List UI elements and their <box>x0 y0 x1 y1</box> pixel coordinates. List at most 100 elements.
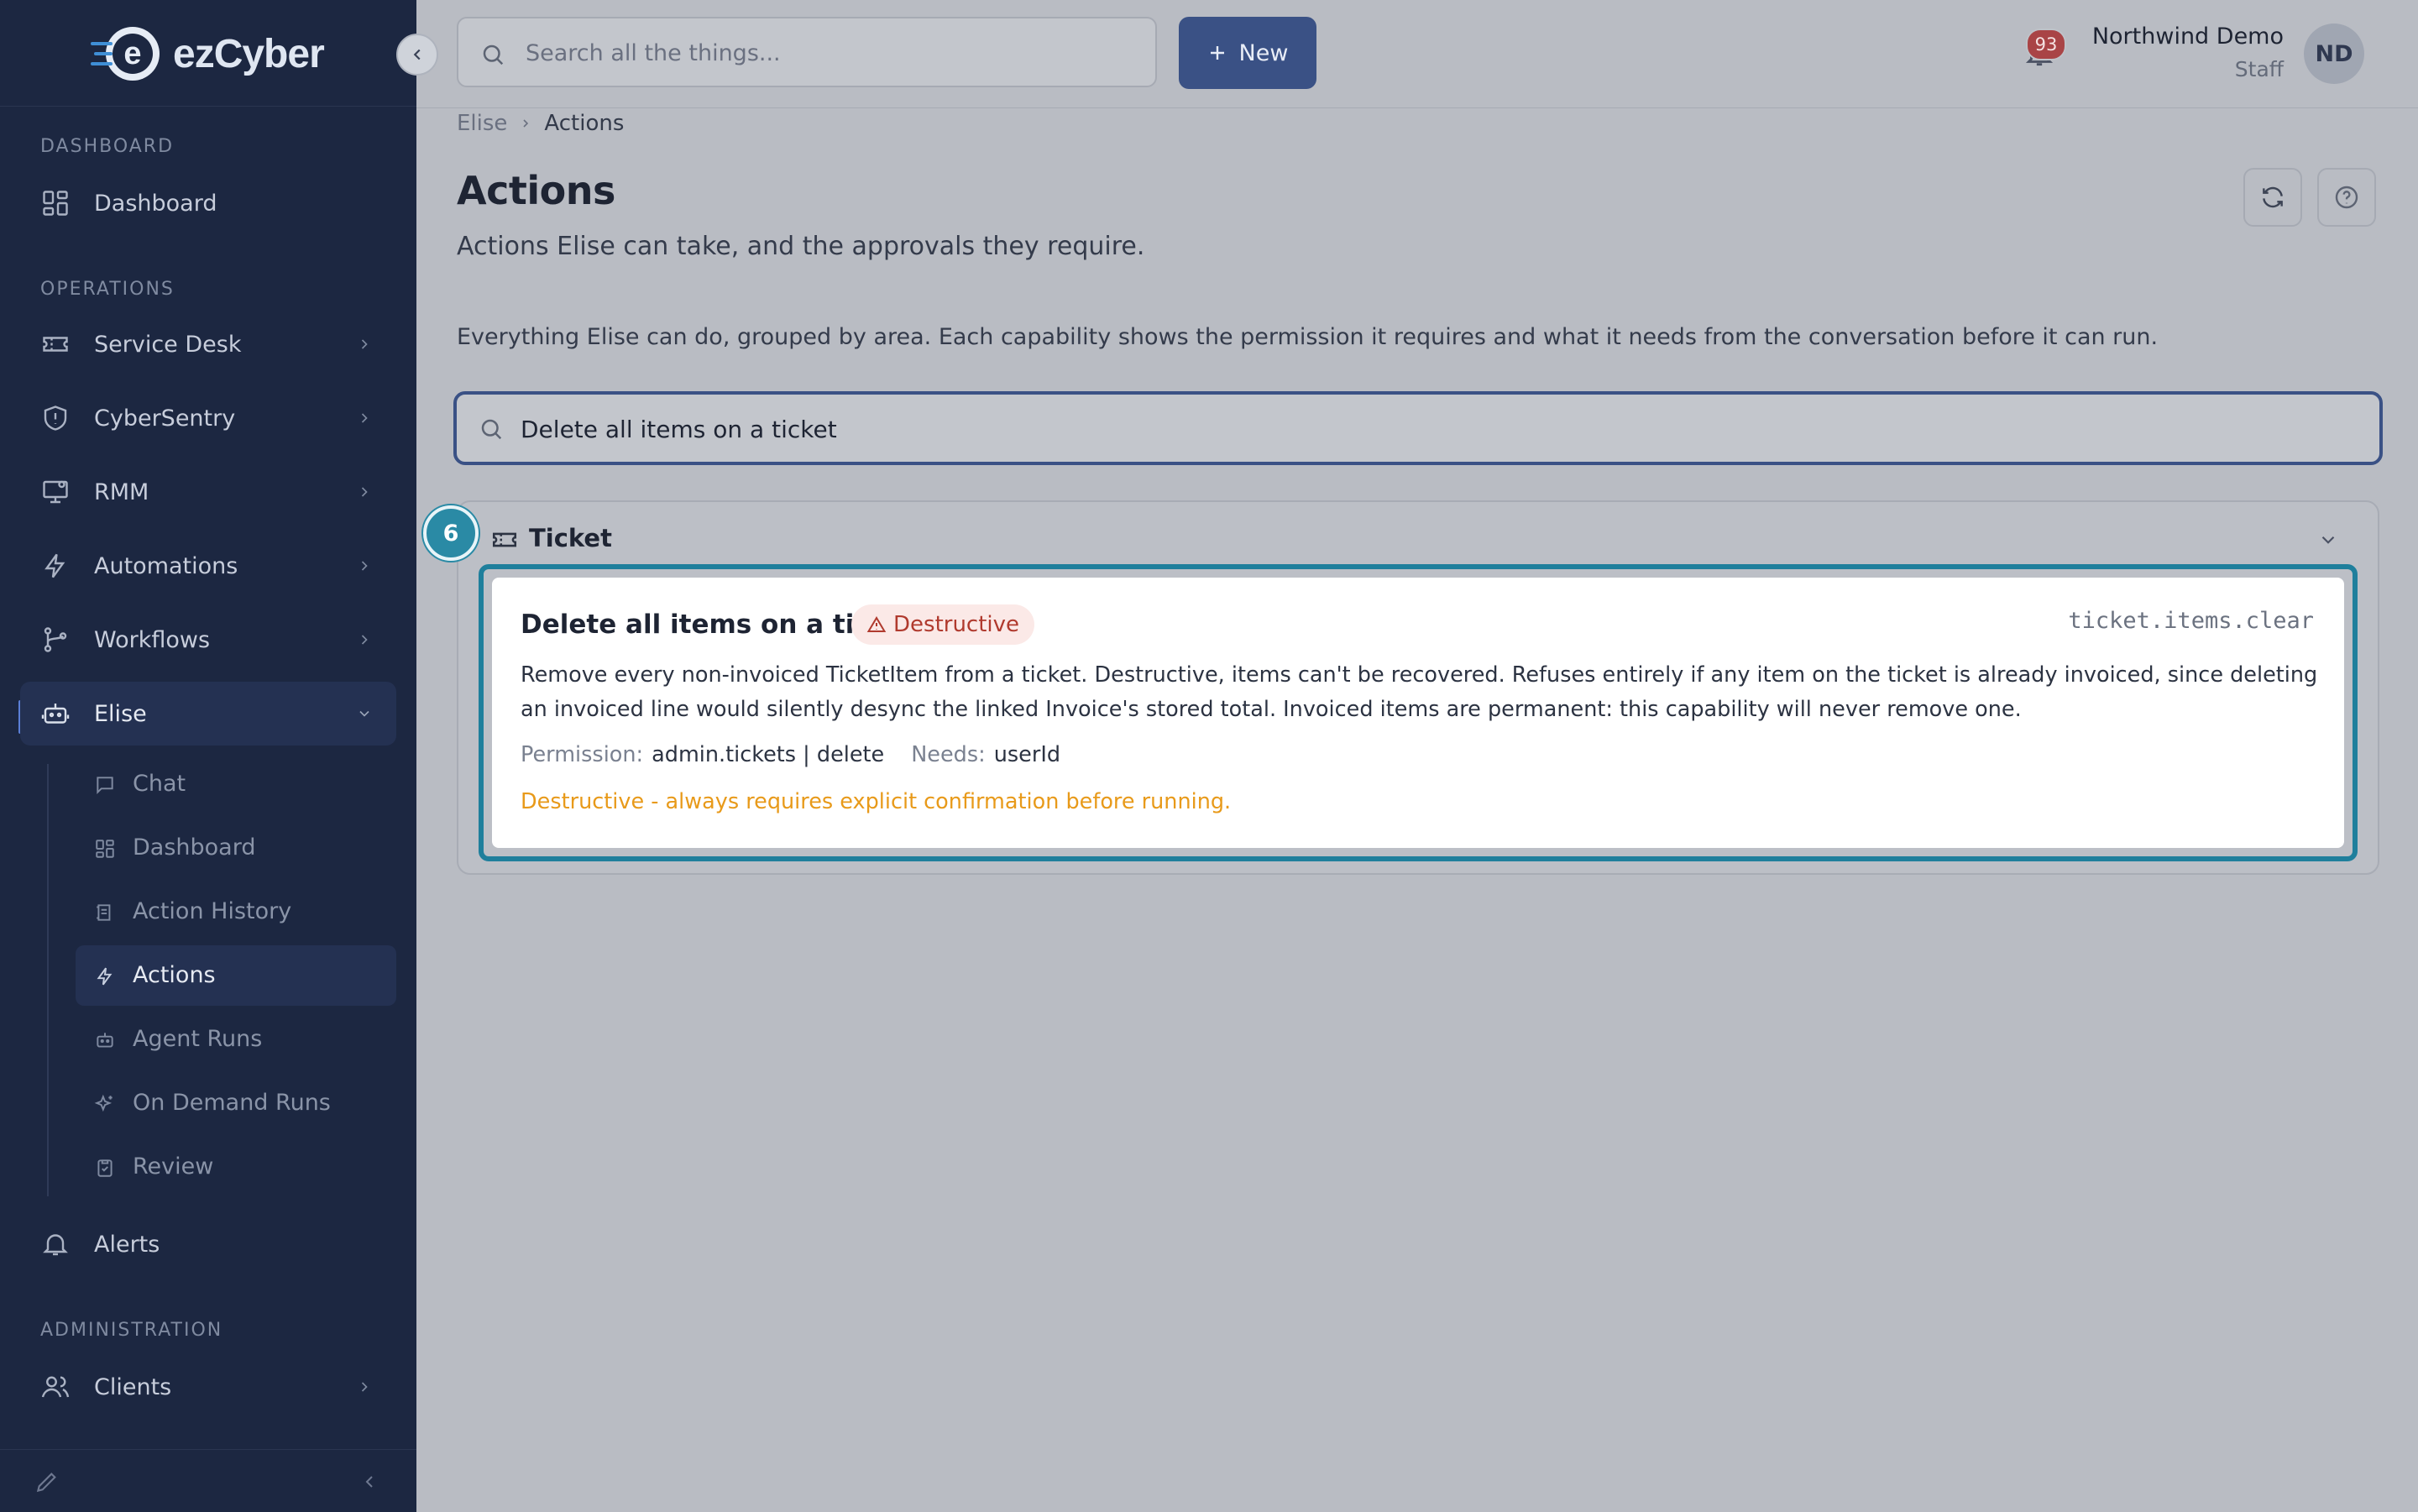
chevron-right-icon <box>523 119 529 128</box>
page-subtitle: Actions Elise can take, and the approval… <box>457 232 1145 261</box>
section-administration: ADMINISTRATION <box>40 1320 223 1341</box>
lightning-icon <box>97 967 113 986</box>
sidebar-item-cybersentry[interactable]: CyberSentry <box>20 386 396 450</box>
ticket-icon <box>492 532 517 547</box>
chat-icon <box>97 777 113 795</box>
chevron-right-icon <box>361 1382 368 1392</box>
sidebar-item-dashboard[interactable]: Dashboard <box>20 171 396 235</box>
sidebar-item-label: Service Desk <box>94 331 242 358</box>
sidebar-subitem-actions[interactable]: Actions <box>76 945 396 1006</box>
sidebar-subitem-action-history[interactable]: Action History <box>76 882 396 942</box>
sidebar-subitem-dashboard[interactable]: Dashboard <box>76 818 396 878</box>
new-button-label: New <box>1238 39 1289 66</box>
sparkles-icon <box>94 1094 113 1112</box>
notification-count-badge: 93 <box>2026 29 2066 60</box>
collapse-sidebar-icon[interactable] <box>359 1472 379 1492</box>
sidebar-subitem-on-demand-runs[interactable]: On Demand Runs <box>76 1073 396 1133</box>
breadcrumb: Elise Actions <box>457 111 624 136</box>
chevron-down-icon[interactable] <box>2317 529 2339 551</box>
sidebar-item-label: Clients <box>94 1373 172 1400</box>
refresh-icon <box>2263 186 2283 208</box>
sidebar-item-clients[interactable]: Clients <box>20 1355 396 1419</box>
confirmation-warning: Destructive - always requires explicit c… <box>521 789 1232 814</box>
lightning-icon <box>44 553 65 578</box>
search-icon <box>483 44 504 65</box>
sidebar-item-label: CyberSentry <box>94 405 236 432</box>
robot-icon <box>97 1033 113 1048</box>
logo-mark-icon: e <box>91 27 160 81</box>
bell-icon <box>43 1234 68 1256</box>
history-icon <box>97 904 111 921</box>
sidebar-subitem-agent-runs[interactable]: Agent Runs <box>76 1009 396 1070</box>
sidebar-subitem-label: Dashboard <box>133 834 256 861</box>
help-circle-icon <box>2335 186 2358 209</box>
warning-triangle-icon <box>866 616 887 632</box>
sidebar-item-rmm[interactable]: RMM <box>20 460 396 524</box>
destructive-badge-label: Destructive <box>893 612 1020 637</box>
sidebar-subitem-chat[interactable]: Chat <box>76 754 396 814</box>
page-title: Actions <box>457 168 615 213</box>
sidebar-item-service-desk[interactable]: Service Desk <box>20 312 396 376</box>
refresh-button[interactable] <box>2243 168 2302 227</box>
logo[interactable]: e ezCyber <box>89 22 325 86</box>
section-dashboard: DASHBOARD <box>40 136 175 157</box>
capability-description: Remove every non-invoiced TicketItem fro… <box>521 662 2318 722</box>
pencil-icon[interactable] <box>34 1468 60 1495</box>
capability-meta: Permission: admin.tickets | delete Needs… <box>521 742 1060 767</box>
needs-value: userId <box>993 742 1061 767</box>
capability-code: ticket.items.clear <box>2068 608 2314 634</box>
ticket-icon <box>43 337 68 352</box>
chevron-right-icon <box>361 635 368 645</box>
sidebar-item-label: RMM <box>94 479 149 505</box>
step-number-badge: 6 <box>423 505 479 561</box>
permission-label: Permission: <box>521 742 644 767</box>
logo-text: ezCyber <box>173 31 325 76</box>
user-role: Staff <box>2234 57 2284 81</box>
sidebar-item-elise[interactable]: Elise <box>20 682 396 746</box>
destructive-badge: Destructive <box>851 604 1035 645</box>
monitor-icon <box>43 480 68 504</box>
sidebar-subitem-label: Agent Runs <box>133 1026 263 1052</box>
sidebar-item-label: Dashboard <box>94 190 217 217</box>
chevron-right-icon <box>361 339 368 349</box>
sidebar-subitem-label: On Demand Runs <box>133 1090 331 1116</box>
robot-icon <box>41 704 70 724</box>
sidebar-item-workflows[interactable]: Workflows <box>20 608 396 672</box>
grid-icon <box>43 191 68 216</box>
help-button[interactable] <box>2317 168 2376 227</box>
sidebar-subitem-label: Actions <box>133 962 216 988</box>
sidebar-subitem-label: Chat <box>133 771 186 797</box>
sidebar-toggle-button[interactable] <box>396 34 438 76</box>
sidebar-item-label: Alerts <box>94 1231 160 1258</box>
search-input[interactable] <box>524 34 1132 72</box>
avatar[interactable]: ND <box>2304 24 2364 84</box>
sidebar-subitem-label: Review <box>133 1154 214 1180</box>
chevron-right-icon <box>361 413 368 423</box>
users-icon <box>41 1376 70 1398</box>
sidebar-subitem-review[interactable]: Review <box>76 1137 396 1197</box>
capability-filter[interactable] <box>453 391 2383 465</box>
user-name[interactable]: Northwind Demo <box>2092 24 2284 50</box>
sidebar-item-label: Workflows <box>94 626 211 653</box>
sidebar-item-automations[interactable]: Automations <box>20 534 396 598</box>
group-title[interactable]: Ticket <box>529 524 612 552</box>
sidebar-subitem-label: Action History <box>133 898 292 924</box>
search-icon <box>481 419 502 440</box>
breadcrumb-current: Actions <box>544 111 625 136</box>
new-button[interactable]: New <box>1179 17 1316 89</box>
sidebar: e ezCyber DASHBOARD Dashboard OPERATIONS… <box>0 0 416 1512</box>
sidebar-item-label: Elise <box>94 700 147 727</box>
global-search[interactable] <box>457 17 1157 87</box>
permission-value: admin.tickets | delete <box>652 742 885 767</box>
clipboard-check-icon <box>97 1159 113 1177</box>
sidebar-item-alerts[interactable]: Alerts <box>20 1212 396 1276</box>
shield-alert-icon <box>44 405 67 431</box>
sidebar-footer <box>0 1449 416 1512</box>
breadcrumb-parent[interactable]: Elise <box>457 111 507 136</box>
sidebar-item-label: Automations <box>94 552 238 579</box>
needs-label: Needs: <box>911 742 986 767</box>
capability-filter-input[interactable] <box>519 410 2327 448</box>
chevron-left-icon <box>413 49 421 60</box>
logo-row: e ezCyber <box>0 0 416 107</box>
plus-icon <box>1210 46 1224 60</box>
